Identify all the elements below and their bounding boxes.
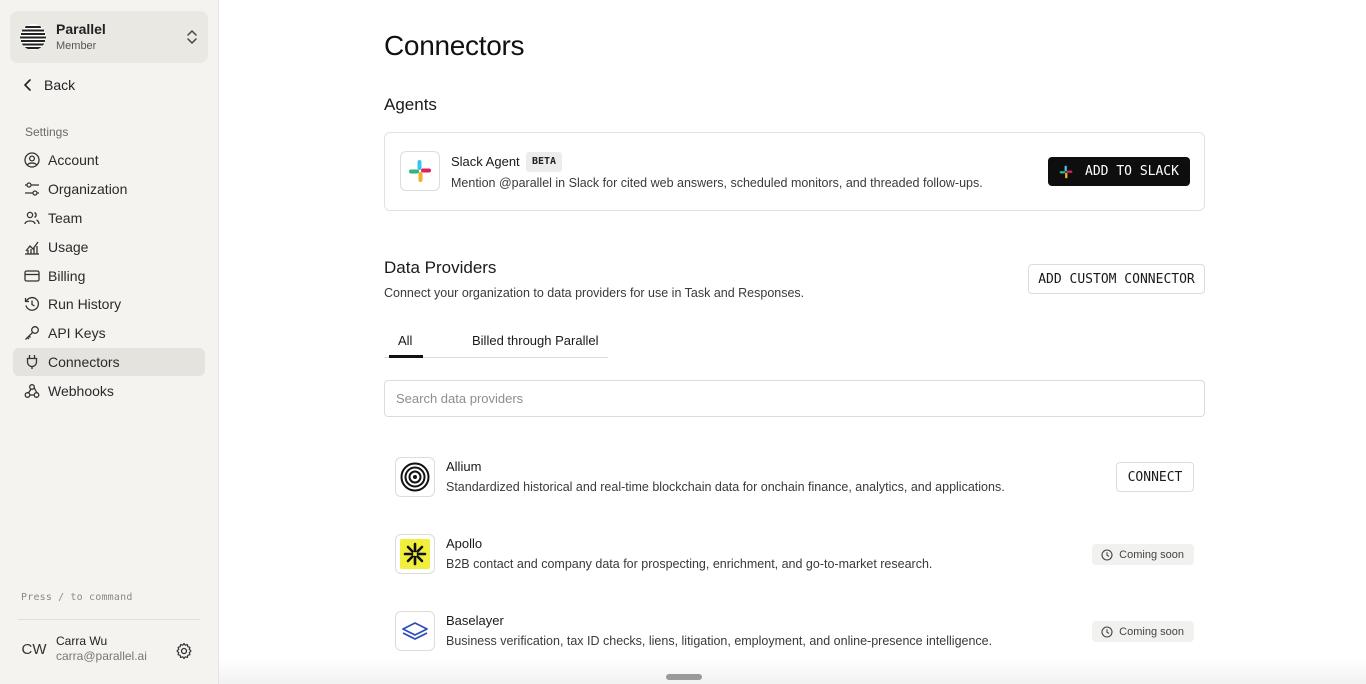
- credit-card-icon: [24, 269, 40, 282]
- sidebar-item-api-keys[interactable]: API Keys: [13, 319, 205, 348]
- coming-soon-badge: Coming soon: [1092, 621, 1194, 642]
- sidebar-item-label: Organization: [48, 181, 128, 198]
- org-role: Member: [56, 39, 97, 52]
- bottom-fade: [219, 660, 1366, 684]
- chevron-up-down-icon: [187, 30, 197, 44]
- back-link[interactable]: Back: [22, 74, 75, 96]
- sidebar-item-account[interactable]: Account: [13, 146, 205, 175]
- slack-logo-icon: [1059, 165, 1073, 178]
- search-input[interactable]: [384, 380, 1205, 417]
- back-label: Back: [44, 77, 76, 93]
- history-icon: [24, 297, 40, 312]
- webhook-icon: [24, 383, 40, 398]
- command-hint: Press / to command: [21, 592, 133, 603]
- command-hint-key: /: [58, 592, 65, 603]
- gear-icon[interactable]: [175, 642, 193, 660]
- scroll-handle[interactable]: [666, 674, 702, 680]
- data-providers-heading: Data Providers: [384, 258, 497, 277]
- list-item-apollo: Apollo B2B contact and company data for …: [395, 534, 1195, 576]
- sidebar: Parallel Member Back Settings Account Or…: [0, 0, 219, 684]
- add-to-slack-label: ADD TO SLACK: [1085, 164, 1179, 179]
- data-providers-description: Connect your organization to data provid…: [384, 286, 805, 300]
- page-title: Connectors: [384, 30, 525, 61]
- add-to-slack-button[interactable]: ADD TO SLACK: [1048, 157, 1190, 186]
- sidebar-item-label: Run History: [48, 296, 122, 313]
- parallel-logo-icon: [20, 24, 46, 50]
- agent-description: Mention @parallel in Slack for cited web…: [451, 176, 983, 190]
- user-name: Carra Wu: [56, 634, 108, 648]
- provider-description: Standardized historical and real-time bl…: [446, 480, 1005, 494]
- coming-soon-label: Coming soon: [1119, 625, 1184, 638]
- tab-all[interactable]: All: [398, 333, 412, 348]
- clock-icon: [1101, 625, 1113, 638]
- main-content: Connectors Agents Slack Agent BETA Menti…: [219, 0, 1366, 684]
- provider-description: Business verification, tax ID checks, li…: [446, 634, 993, 648]
- coming-soon-label: Coming soon: [1119, 548, 1184, 561]
- beta-badge: BETA: [526, 152, 563, 172]
- add-custom-connector-button[interactable]: ADD CUSTOM CONNECTOR: [1028, 264, 1205, 294]
- sidebar-item-label: Usage: [48, 238, 89, 255]
- coming-soon-badge: Coming soon: [1092, 544, 1194, 565]
- user-email: carra@parallel.ai: [56, 649, 147, 663]
- settings-nav: Account Organization Team Usage Billing …: [13, 146, 205, 405]
- agents-heading: Agents: [384, 95, 437, 114]
- users-icon: [24, 211, 40, 225]
- sidebar-item-label: Webhooks: [48, 382, 114, 399]
- sidebar-item-label: Account: [48, 152, 99, 169]
- sidebar-item-organization[interactable]: Organization: [13, 175, 205, 204]
- sidebar-item-label: Team: [48, 209, 83, 226]
- key-icon: [25, 326, 39, 341]
- sidebar-item-label: API Keys: [48, 325, 106, 342]
- chevron-left-icon: [24, 79, 31, 91]
- sidebar-item-usage[interactable]: Usage: [13, 232, 205, 261]
- command-hint-suffix: to command: [70, 592, 133, 603]
- user-circle-icon: [24, 152, 40, 169]
- tab-billed-through-parallel[interactable]: Billed through Parallel: [472, 333, 598, 348]
- settings-section-label: Settings: [25, 125, 69, 139]
- apollo-logo-icon: [395, 534, 435, 574]
- active-tab-indicator: [389, 355, 423, 358]
- sidebar-item-connectors[interactable]: Connectors: [13, 347, 205, 377]
- sidebar-item-label: Billing: [48, 267, 86, 284]
- app-window: Parallel Member Back Settings Account Or…: [0, 0, 1366, 684]
- chart-icon: [25, 241, 39, 255]
- provider-description: B2B contact and company data for prospec…: [446, 557, 933, 571]
- slack-agent-card: Slack Agent BETA Mention @parallel in Sl…: [384, 132, 1205, 211]
- sidebar-divider: [18, 619, 200, 620]
- slack-logo-icon: [400, 151, 440, 191]
- plug-icon: [26, 354, 38, 369]
- sidebar-item-run-history[interactable]: Run History: [13, 290, 205, 319]
- allium-logo-icon: [395, 457, 435, 497]
- user-profile[interactable]: CW Carra Wu carra@parallel.ai: [20, 634, 147, 664]
- list-item-baselayer: Baselayer Business verification, tax ID …: [395, 611, 1195, 653]
- sidebar-item-label: Connectors: [48, 353, 120, 370]
- org-switcher[interactable]: Parallel Member: [10, 11, 208, 63]
- clock-icon: [1101, 548, 1113, 561]
- connect-button[interactable]: CONNECT: [1116, 462, 1194, 492]
- sidebar-item-webhooks[interactable]: Webhooks: [13, 376, 205, 405]
- command-hint-prefix: Press: [21, 592, 53, 603]
- sliders-icon: [25, 182, 39, 196]
- provider-name: Apollo: [446, 536, 483, 551]
- provider-name: Allium: [446, 459, 482, 474]
- agent-name: Slack Agent: [451, 154, 520, 169]
- org-name: Parallel: [56, 20, 106, 37]
- sidebar-item-team[interactable]: Team: [13, 204, 205, 233]
- avatar: CW: [21, 640, 47, 658]
- provider-name: Baselayer: [446, 613, 504, 628]
- sidebar-item-billing[interactable]: Billing: [13, 261, 205, 290]
- baselayer-logo-icon: [395, 611, 435, 651]
- list-item-allium: Allium Standardized historical and real-…: [395, 457, 1195, 499]
- provider-tabs: All Billed through Parallel: [384, 325, 608, 358]
